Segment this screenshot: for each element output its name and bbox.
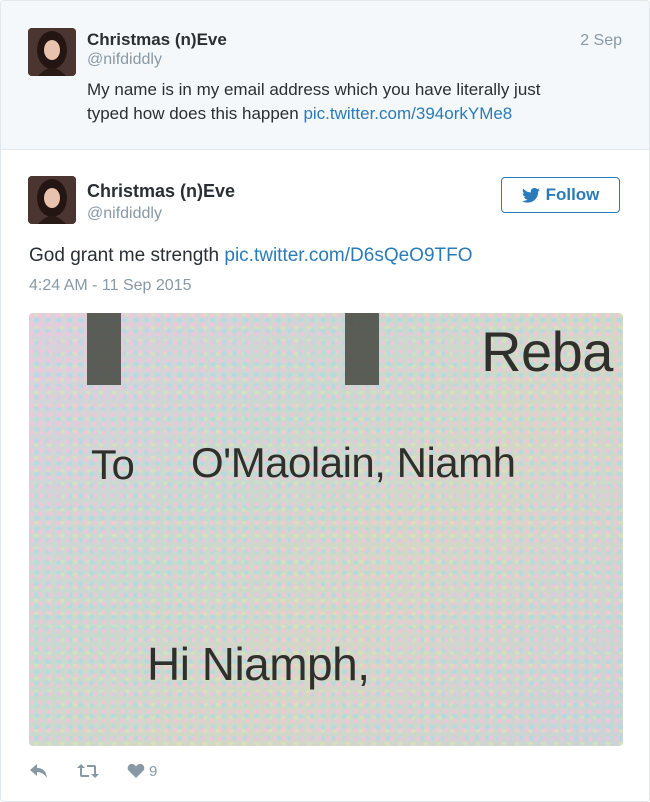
like-button[interactable]: 9 [127, 763, 157, 780]
tweet-text: God grant me strength pic.twitter.com/D6… [29, 245, 473, 267]
avatar[interactable] [28, 28, 76, 76]
photo-text-to-label: To [91, 441, 135, 488]
tweet-photo[interactable]: Reba To O'Maolain, Niamh Hi Niamph, [29, 313, 623, 746]
photo-tab-right [345, 313, 379, 385]
twitter-bird-icon [521, 187, 540, 203]
tweet-text-body: God grant me strength [29, 245, 220, 266]
avatar[interactable] [28, 176, 76, 224]
author-handle[interactable]: @nifdiddly [87, 205, 162, 223]
tweet-actions: 9 [29, 759, 185, 783]
heart-icon [127, 763, 145, 778]
embedded-tweet-card: Christmas (n)Eve @nifdiddly 2 Sep My nam… [0, 0, 650, 802]
tweet-text-line1: My name is in my email address which you… [87, 80, 541, 99]
reply-button[interactable] [29, 763, 49, 779]
reply-icon [30, 764, 47, 778]
like-count: 9 [149, 762, 158, 780]
tweet-timestamp[interactable]: 4:24 AM - 11 Sep 2015 [29, 277, 191, 295]
tweet-text: My name is in my email address which you… [87, 78, 597, 126]
follow-label: Follow [545, 185, 600, 204]
parent-tweet[interactable]: Christmas (n)Eve @nifdiddly 2 Sep My nam… [1, 1, 649, 150]
author-handle[interactable]: @nifdiddly [87, 51, 162, 69]
photo-text-top-right: Reba [481, 320, 613, 383]
author-name[interactable]: Christmas (n)Eve [87, 181, 235, 202]
photo-text-greeting: Hi Niamph, [147, 638, 370, 690]
tweet-date[interactable]: 2 Sep [580, 32, 622, 50]
photo-tab-left [87, 313, 121, 385]
photo-text-to-name: O'Maolain, Niamh [191, 439, 516, 486]
retweet-button[interactable] [77, 763, 99, 779]
follow-button[interactable]: Follow [501, 177, 620, 213]
tweet-link[interactable]: pic.twitter.com/D6sQeO9TFO [224, 245, 472, 266]
tweet-link[interactable]: pic.twitter.com/394orkYMe8 [303, 104, 512, 123]
tweet-text-line2: typed how does this happen [87, 104, 299, 123]
retweet-icon [77, 764, 99, 778]
author-name[interactable]: Christmas (n)Eve [87, 30, 227, 50]
